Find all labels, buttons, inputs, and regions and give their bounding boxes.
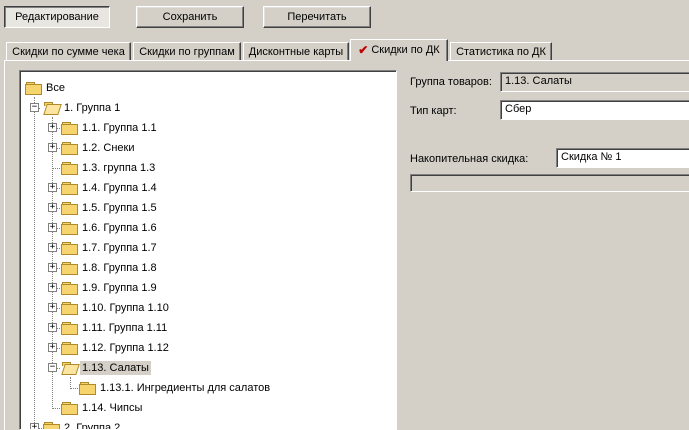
card-type-label: Тип карт:: [410, 105, 457, 117]
tree-node-group-1-12[interactable]: 1.12. Группа 1.12: [61, 339, 171, 357]
tree-node-label: 1.6. Группа 1.6: [82, 222, 157, 234]
folder-icon: [61, 402, 78, 415]
tree-node-snacks[interactable]: 1.2. Снеки: [61, 139, 137, 157]
tree-node-group-1-4[interactable]: 1.4. Группа 1.4: [61, 179, 159, 197]
tree-node-label: 1.11. Группа 1.11: [82, 322, 168, 334]
tree-node-group-1-3[interactable]: 1.3. группа 1.3: [61, 159, 157, 177]
check-icon: ✔: [358, 42, 369, 57]
plus-box-icon[interactable]: +: [48, 223, 57, 232]
tree-node-salads[interactable]: 1.13. Салаты: [61, 359, 151, 377]
tree-node-group-1-5[interactable]: 1.5. Группа 1.5: [61, 199, 159, 217]
minus-box-icon[interactable]: −: [30, 103, 39, 112]
folder-icon: [61, 302, 78, 315]
cumulative-discount-label: Накопительная скидка:: [410, 153, 529, 165]
tree-node-all[interactable]: Все: [25, 79, 67, 97]
folder-icon: [61, 142, 78, 155]
minus-box-icon[interactable]: −: [48, 363, 57, 372]
plus-box-icon[interactable]: +: [48, 303, 57, 312]
tree-node-group-1[interactable]: 1. Группа 1: [43, 99, 122, 117]
tree-node-group-1-7[interactable]: 1.7. Группа 1.7: [61, 239, 159, 257]
folder-icon: [61, 222, 78, 235]
tree-node-label: 1.1. Группа 1.1: [82, 122, 157, 134]
card-type-field[interactable]: Сбер: [500, 100, 689, 120]
tree-node-group-1-10[interactable]: 1.10. Группа 1.10: [61, 299, 171, 317]
tree-line: [52, 408, 60, 409]
folder-icon: [61, 242, 78, 255]
tree-node-label: 1.12. Группа 1.12: [82, 342, 169, 354]
tree-node-label: 1.13. Салаты: [80, 361, 151, 375]
tree-node-label: 1.8. Группа 1.8: [82, 262, 157, 274]
folder-icon: [61, 262, 78, 275]
tab-label: Скидки по ДК: [371, 43, 440, 56]
tree-node-label: 1.4. Группа 1.4: [82, 182, 157, 194]
tree-node-salad-ingredients[interactable]: 1.13.1. Ингредиенты для салатов: [79, 379, 272, 397]
edit-mode-button[interactable]: Редактирование: [4, 6, 110, 28]
folder-icon: [61, 282, 78, 295]
plus-box-icon[interactable]: +: [48, 343, 57, 352]
folder-icon: [61, 362, 80, 375]
tree-node-label: 1.10. Группа 1.10: [82, 302, 169, 314]
tree-node-label: 1.7. Группа 1.7: [82, 242, 157, 254]
plus-box-icon[interactable]: +: [48, 243, 57, 252]
tree-node-chips[interactable]: 1.14. Чипсы: [61, 399, 144, 417]
product-group-label: Группа товаров:: [410, 76, 492, 88]
folder-icon: [61, 122, 78, 135]
plus-box-icon[interactable]: +: [30, 423, 39, 429]
discount-detail-field: [410, 174, 689, 192]
tab-discount-cards[interactable]: Дисконтные карты: [243, 42, 349, 60]
tree-node-group-1-6[interactable]: 1.6. Группа 1.6: [61, 219, 159, 237]
tree-line: [70, 377, 71, 387]
tree-node-label: 1.13.1. Ингредиенты для салатов: [100, 382, 271, 394]
tree-node-group-1-9[interactable]: 1.9. Группа 1.9: [61, 279, 159, 297]
plus-box-icon[interactable]: +: [48, 123, 57, 132]
folder-icon: [61, 342, 78, 355]
tab-group-discounts[interactable]: Скидки по группам: [133, 42, 241, 60]
cumulative-discount-field[interactable]: Скидка № 1: [556, 148, 689, 168]
tree-line: [52, 168, 60, 169]
tree-node-label: 1.5. Группа 1.5: [82, 202, 157, 214]
tree-node-group-1-8[interactable]: 1.8. Группа 1.8: [61, 259, 159, 277]
reload-button[interactable]: Перечитать: [263, 6, 371, 28]
plus-box-icon[interactable]: +: [48, 143, 57, 152]
tree-node-group-1-11[interactable]: 1.11. Группа 1.11: [61, 319, 169, 337]
folder-icon: [43, 422, 60, 429]
tab-card-statistics[interactable]: Статистика по ДК: [450, 42, 552, 60]
folder-icon: [61, 322, 78, 335]
plus-box-icon[interactable]: +: [48, 183, 57, 192]
tree-line: [34, 97, 35, 429]
tree-node-label: 1.2. Снеки: [82, 142, 135, 154]
plus-box-icon[interactable]: +: [48, 263, 57, 272]
tree-node-label: 2. Группа 2: [64, 422, 121, 430]
folder-icon: [79, 382, 96, 395]
tree-node-label: 1. Группа 1: [64, 102, 121, 114]
tree-node-label: 1.14. Чипсы: [82, 402, 143, 414]
save-button[interactable]: Сохранить: [136, 6, 244, 28]
tab-label: Статистика по ДК: [456, 45, 546, 58]
tab-check-sum-discounts[interactable]: Скидки по сумме чека: [6, 42, 131, 60]
tree-node-label: 1.3. группа 1.3: [82, 162, 156, 174]
tree-node-group-1-1[interactable]: 1.1. Группа 1.1: [61, 119, 159, 137]
plus-box-icon[interactable]: +: [48, 323, 57, 332]
folder-icon: [61, 182, 78, 195]
tab-label: Скидки по группам: [139, 45, 235, 58]
tab-card-discounts[interactable]: ✔ Скидки по ДК: [350, 39, 448, 61]
product-group-tree[interactable]: Все − 1. Группа 1 +1.1. Группа 1.1 +1.2. …: [19, 70, 397, 430]
tree-node-label: 1.9. Группа 1.9: [82, 282, 157, 294]
tab-label: Дисконтные карты: [248, 45, 344, 58]
folder-icon: [43, 102, 62, 115]
plus-box-icon[interactable]: +: [48, 203, 57, 212]
tree-node-label: Все: [46, 82, 65, 94]
folder-icon: [25, 82, 42, 95]
tab-label: Скидки по сумме чека: [12, 45, 125, 58]
folder-icon: [61, 162, 78, 175]
plus-box-icon[interactable]: +: [48, 283, 57, 292]
folder-icon: [61, 202, 78, 215]
tree-line: [70, 388, 78, 389]
product-group-field: 1.13. Салаты: [500, 72, 689, 92]
